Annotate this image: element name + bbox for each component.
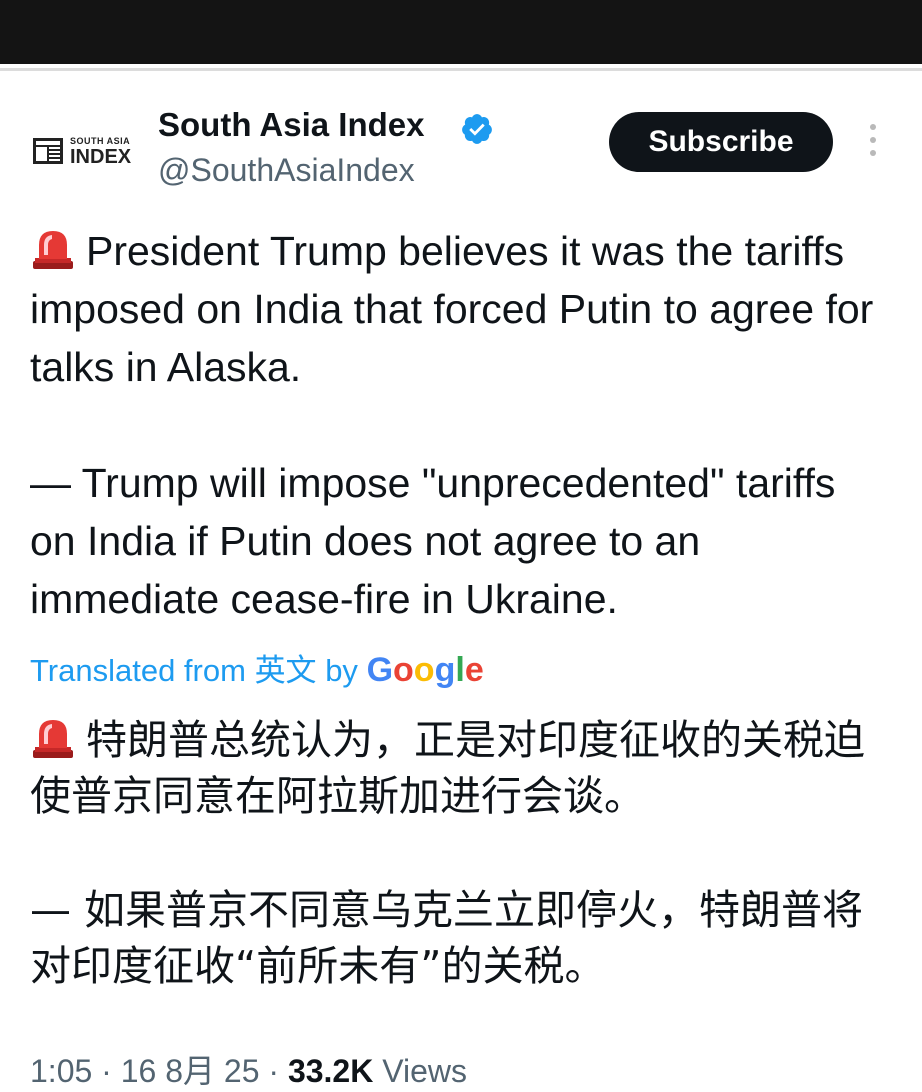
status-bar [0, 0, 922, 64]
tweet-time[interactable]: 1:05 [30, 1053, 92, 1089]
views-label: Views [382, 1053, 467, 1089]
tweet-paragraph-1-text: President Trump believes it was the tari… [30, 228, 874, 390]
views-count: 33.2K [287, 1053, 374, 1089]
meta-separator: · [268, 1053, 280, 1089]
translated-body: 特朗普总统认为，正是对印度征收的关税迫使普京同意在阿拉斯加进行会谈。 — 如果普… [30, 712, 900, 994]
tweet-paragraph-1: President Trump believes it was the tari… [30, 222, 890, 396]
logo-small-text: SOUTH ASIA [70, 136, 131, 146]
tweet-date[interactable]: 16 8月 25 [121, 1053, 260, 1089]
translation-attribution[interactable]: Translated from 英文 by Google [30, 645, 484, 690]
subscribe-button[interactable]: Subscribe [609, 112, 833, 172]
tweet-body: President Trump believes it was the tari… [30, 222, 890, 628]
translated-by: by [325, 653, 358, 688]
account-avatar-logo[interactable]: SOUTH ASIA INDEX [32, 134, 132, 170]
divider [0, 68, 922, 71]
tweet-paragraph-2: — Trump will impose "unprecedented" tari… [30, 460, 836, 622]
display-name[interactable]: South Asia Index [158, 106, 424, 144]
translated-paragraph-1: 特朗普总统认为，正是对印度征收的关税迫使普京同意在阿拉斯加进行会谈。 [30, 712, 900, 824]
more-vertical-icon[interactable] [864, 124, 882, 164]
newspaper-icon [33, 138, 63, 164]
meta-separator: · [101, 1053, 112, 1089]
rotating-light-icon [33, 231, 73, 269]
rotating-light-icon [33, 720, 73, 758]
logo-big-text: INDEX [70, 146, 132, 168]
verified-badge-icon [462, 114, 492, 144]
translated-paragraph-2: — 如果普京不同意乌克兰立即停火，特朗普将对印度征收“前所未有”的关税。 [30, 886, 864, 990]
translated-prefix: Translated from [30, 653, 246, 688]
translated-paragraph-1-text: 特朗普总统认为，正是对印度征收的关税迫使普京同意在阿拉斯加进行会谈。 [30, 716, 865, 820]
translated-source-lang: 英文 [254, 653, 317, 688]
tweet-meta: 1:05 · 16 8月 25 · 33.2K Views [30, 1046, 467, 1092]
google-logo: Google [366, 651, 484, 689]
account-handle[interactable]: @SouthAsiaIndex [158, 152, 415, 189]
